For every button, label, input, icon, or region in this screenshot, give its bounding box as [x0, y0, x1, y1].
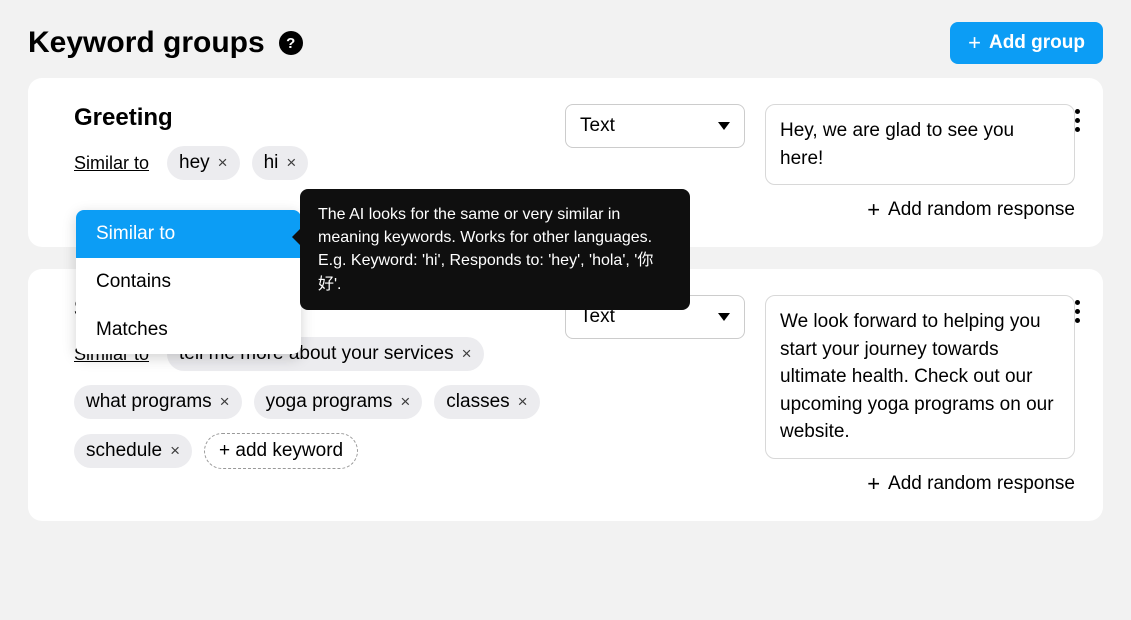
- response-text[interactable]: We look forward to helping you start you…: [765, 295, 1075, 459]
- group-title: Greeting: [74, 104, 545, 132]
- plus-icon: +: [968, 32, 981, 54]
- keyword-chip[interactable]: schedule ×: [74, 434, 192, 468]
- remove-chip-icon[interactable]: ×: [518, 392, 528, 412]
- chip-label: hey: [179, 152, 210, 174]
- select-value: Text: [580, 115, 615, 137]
- page-title-text: Keyword groups: [28, 26, 265, 60]
- keyword-chip[interactable]: hi ×: [252, 146, 309, 180]
- remove-chip-icon[interactable]: ×: [286, 153, 296, 173]
- remove-chip-icon[interactable]: ×: [400, 392, 410, 412]
- chip-label: classes: [446, 391, 509, 413]
- chip-label: what programs: [86, 391, 212, 413]
- dropdown-option-matches[interactable]: Matches: [76, 306, 301, 354]
- remove-chip-icon[interactable]: ×: [170, 441, 180, 461]
- response-text[interactable]: Hey, we are glad to see you here!: [765, 104, 1075, 185]
- match-type-tooltip: The AI looks for the same or very simila…: [300, 189, 690, 310]
- remove-chip-icon[interactable]: ×: [220, 392, 230, 412]
- chip-label: schedule: [86, 440, 162, 462]
- chevron-down-icon: [718, 122, 730, 130]
- dropdown-option-contains[interactable]: Contains: [76, 258, 301, 306]
- plus-icon: +: [867, 473, 880, 495]
- add-response-label: Add random response: [888, 199, 1075, 221]
- plus-icon: +: [867, 199, 880, 221]
- keyword-chip[interactable]: yoga programs ×: [254, 385, 423, 419]
- page-title: Keyword groups ?: [28, 26, 303, 60]
- more-options-button[interactable]: [1067, 104, 1087, 136]
- more-options-button[interactable]: [1067, 295, 1087, 327]
- add-random-response-button[interactable]: + Add random response: [765, 199, 1075, 221]
- add-keyword-button[interactable]: + add keyword: [204, 433, 358, 469]
- keyword-chip[interactable]: hey ×: [167, 146, 240, 180]
- dropdown-option-similar-to[interactable]: Similar to: [76, 210, 301, 258]
- help-icon[interactable]: ?: [279, 31, 303, 55]
- chip-label: hi: [264, 152, 279, 174]
- remove-chip-icon[interactable]: ×: [218, 153, 228, 173]
- keyword-chip[interactable]: what programs ×: [74, 385, 242, 419]
- add-group-button[interactable]: + Add group: [950, 22, 1103, 64]
- add-group-label: Add group: [989, 32, 1085, 54]
- match-type-dropdown: Similar to Contains Matches: [76, 210, 301, 354]
- remove-chip-icon[interactable]: ×: [462, 344, 472, 364]
- chevron-down-icon: [718, 313, 730, 321]
- add-response-label: Add random response: [888, 473, 1075, 495]
- add-random-response-button[interactable]: + Add random response: [765, 473, 1075, 495]
- keyword-chip[interactable]: classes ×: [434, 385, 539, 419]
- chip-label: yoga programs: [266, 391, 393, 413]
- response-type-select[interactable]: Text: [565, 104, 745, 148]
- match-type-dropdown-trigger[interactable]: Similar to: [74, 153, 149, 174]
